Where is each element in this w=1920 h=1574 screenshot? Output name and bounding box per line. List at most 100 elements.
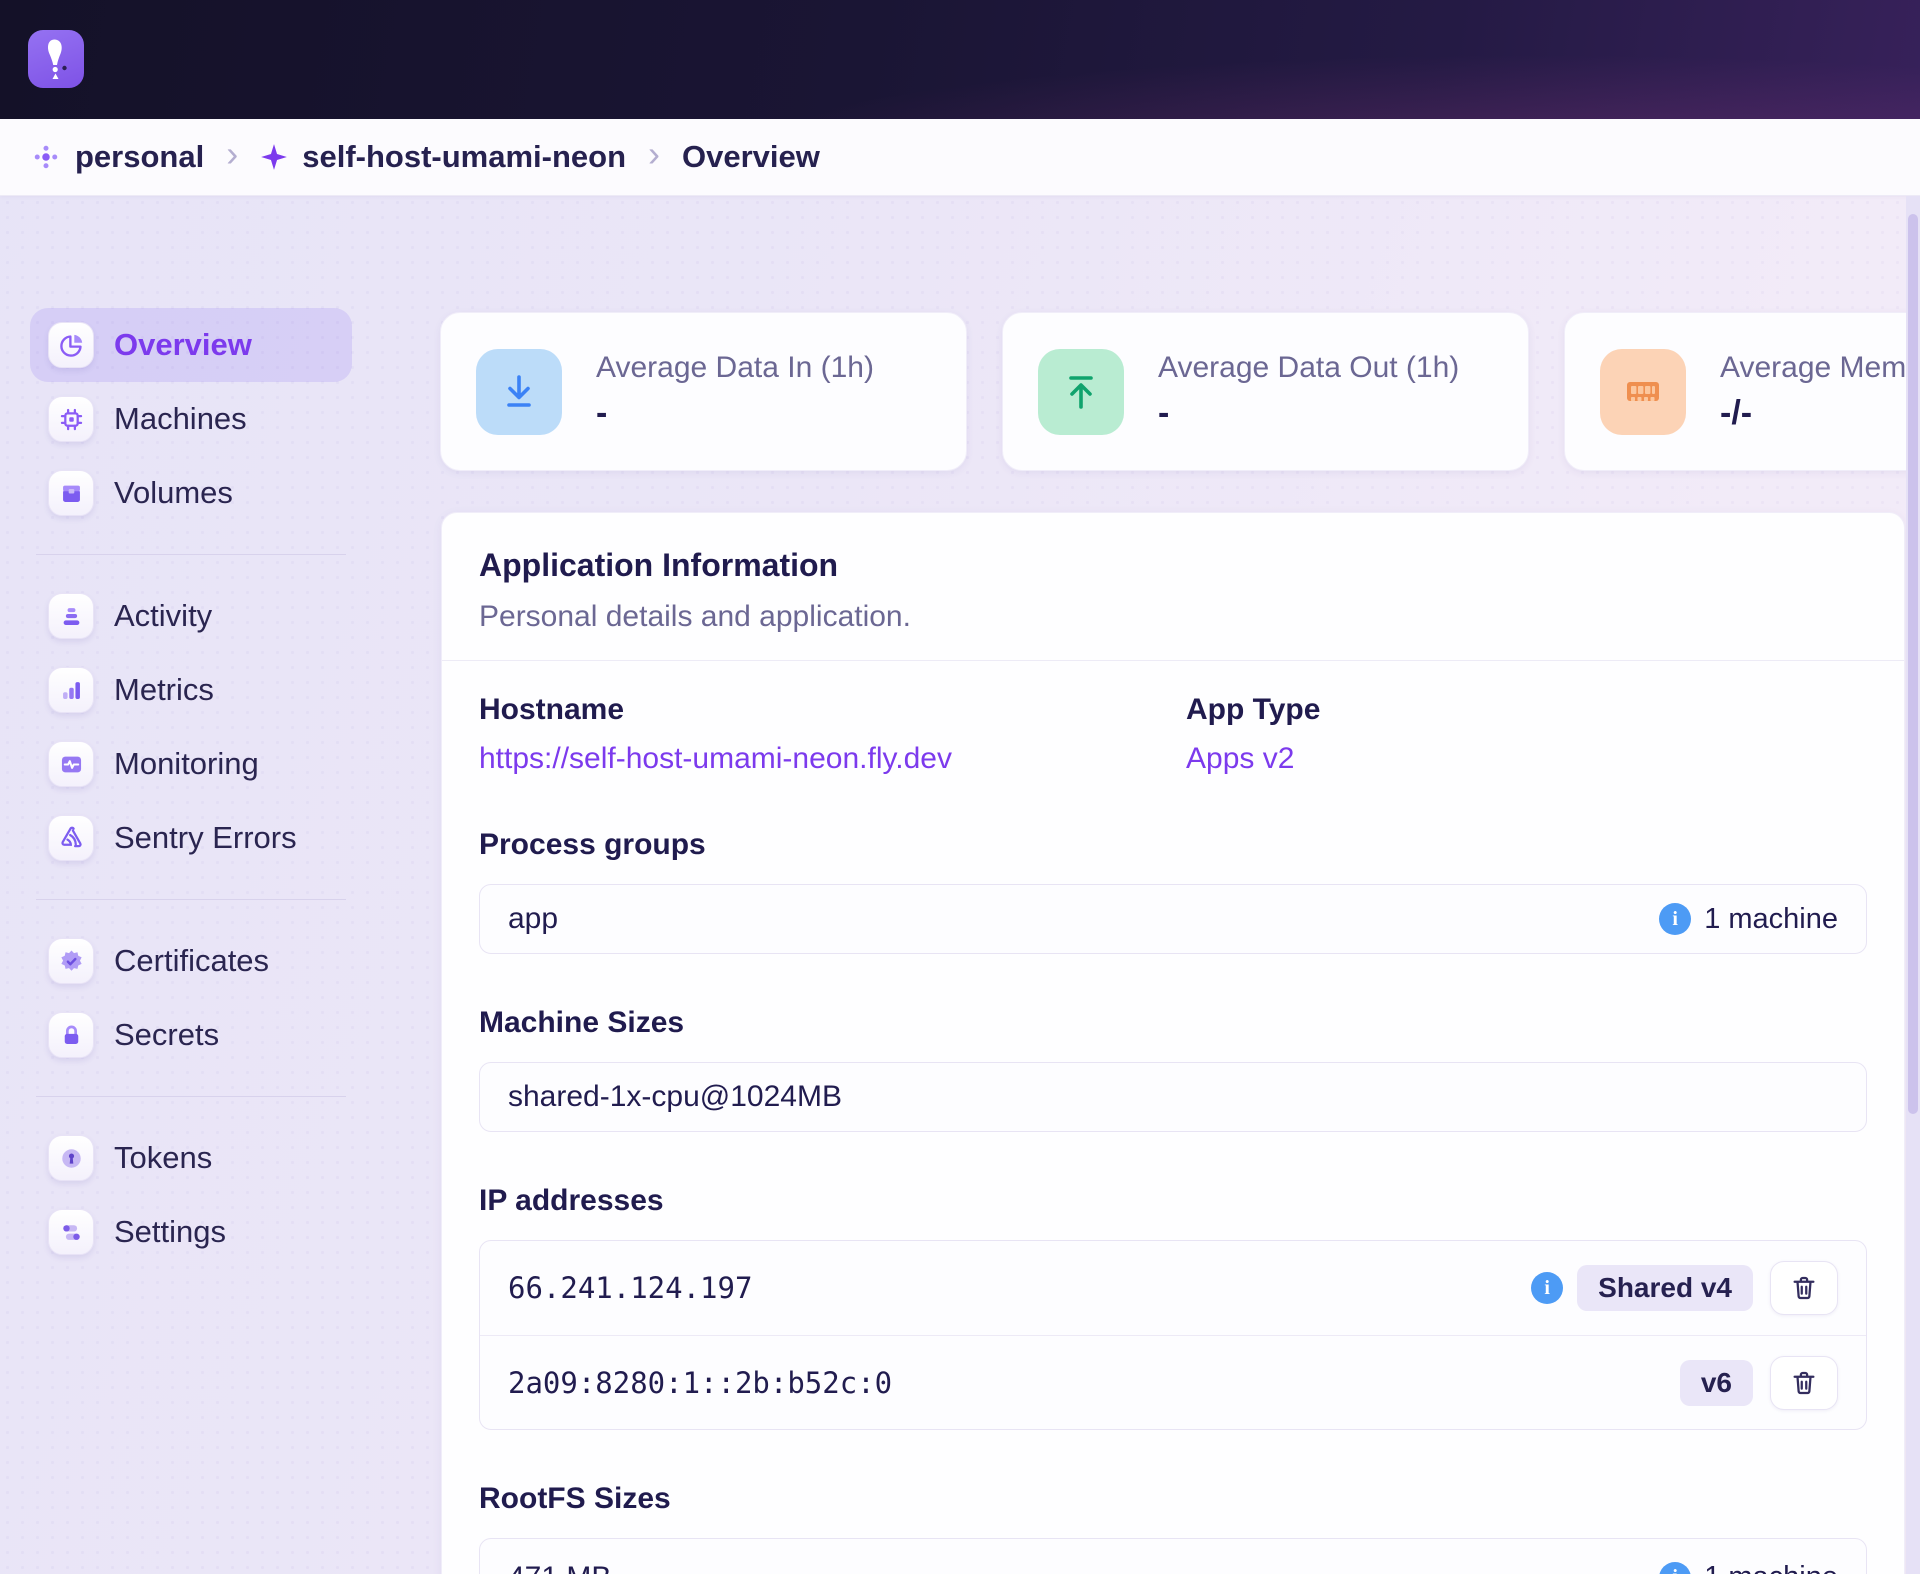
delete-ip-button[interactable]: [1770, 1261, 1838, 1315]
stat-label: Average Memory: [1720, 351, 1920, 385]
ip-address-value: 66.241.124.197: [508, 1271, 752, 1305]
sidebar-item-label: Machines: [114, 401, 247, 437]
app-type-label: App Type: [1186, 693, 1867, 727]
monitoring-icon: [48, 741, 94, 787]
sidebar-item-label: Metrics: [114, 672, 214, 708]
app-type-link[interactable]: Apps v2: [1186, 742, 1294, 776]
rootfs-sizes-label: RootFS Sizes: [479, 1482, 1867, 1516]
process-group-machines-label: 1 machine: [1704, 903, 1838, 936]
ip-addresses-list: 66.241.124.197 i Shared v4 2a09:8280:1::…: [479, 1240, 1867, 1430]
ip-type-badge: Shared v4: [1577, 1265, 1753, 1311]
sidebar-item-secrets[interactable]: Secrets: [30, 998, 352, 1072]
application-information-body: Hostname https://self-host-umami-neon.fl…: [442, 661, 1904, 1574]
overview-icon: [48, 322, 94, 368]
trash-icon: [1789, 1368, 1819, 1398]
application-information-card: Application Information Personal details…: [441, 512, 1905, 1574]
sidebar-item-certificates[interactable]: Certificates: [30, 924, 352, 998]
sentry-icon: [48, 815, 94, 861]
hostname-link[interactable]: https://self-host-umami-neon.fly.dev: [479, 742, 952, 776]
stat-value: -/-: [1720, 394, 1920, 433]
stat-value: -: [596, 394, 874, 433]
rootfs-machines-label: 1 machine: [1704, 1561, 1838, 1574]
tokens-icon: [48, 1135, 94, 1181]
rootfs-row: 471 MB i 1 machine: [480, 1539, 1866, 1574]
settings-icon: [48, 1209, 94, 1255]
sidebar-item-activity[interactable]: Activity: [30, 579, 352, 653]
stat-text: Average Data In (1h) -: [596, 351, 874, 433]
sidebar-item-tokens[interactable]: Tokens: [30, 1121, 352, 1195]
page: personal › self-host-umami-neon › Overvi…: [0, 0, 1920, 1574]
sidebar-item-machines[interactable]: Machines: [30, 382, 352, 456]
sidebar-item-settings[interactable]: Settings: [30, 1195, 352, 1269]
sidebar: Overview Machines: [30, 308, 352, 1269]
card-title: Application Information: [479, 547, 1867, 584]
rootfs-size-value: 471 MB: [508, 1561, 611, 1574]
machine-size-row: shared-1x-cpu@1024MB: [479, 1062, 1867, 1132]
sidebar-item-label: Settings: [114, 1214, 226, 1250]
activity-icon: [48, 593, 94, 639]
sidebar-item-metrics[interactable]: Metrics: [30, 653, 352, 727]
sidebar-item-label: Certificates: [114, 943, 269, 979]
sidebar-item-label: Sentry Errors: [114, 820, 297, 856]
process-groups-label: Process groups: [479, 828, 1867, 862]
breadcrumb-separator: ›: [648, 136, 660, 178]
ip-type-badge: v6: [1680, 1360, 1753, 1406]
sidebar-divider: [36, 899, 346, 900]
breadcrumb-app-label: self-host-umami-neon: [302, 139, 626, 175]
sidebar-item-volumes[interactable]: Volumes: [30, 456, 352, 530]
rootfs-machines: i 1 machine: [1659, 1561, 1838, 1574]
delete-ip-button[interactable]: [1770, 1356, 1838, 1410]
sidebar-item-label: Secrets: [114, 1017, 219, 1053]
info-icon[interactable]: i: [1659, 903, 1691, 935]
card-subtitle: Personal details and application.: [479, 600, 1867, 634]
certificates-icon: [48, 938, 94, 984]
sidebar-item-label: Tokens: [114, 1140, 212, 1176]
breadcrumb-app[interactable]: self-host-umami-neon: [260, 139, 626, 175]
process-group-row: app i 1 machine: [479, 884, 1867, 954]
info-icon[interactable]: i: [1659, 1562, 1691, 1574]
process-group-machines: i 1 machine: [1659, 903, 1838, 936]
trash-icon: [1789, 1273, 1819, 1303]
ip-row-v6: 2a09:8280:1::2b:b52c:0 v6: [480, 1335, 1866, 1429]
stat-card-data-out: Average Data Out (1h) -: [1002, 312, 1529, 471]
memory-icon: [1600, 349, 1686, 435]
ip-row-v4: 66.241.124.197 i Shared v4: [480, 1241, 1866, 1335]
breadcrumb-page[interactable]: Overview: [682, 139, 820, 175]
breadcrumb-org[interactable]: personal: [31, 139, 204, 175]
data-out-icon: [1038, 349, 1124, 435]
breadcrumb: personal › self-host-umami-neon › Overvi…: [0, 119, 1920, 196]
process-group-name: app: [508, 902, 558, 936]
machines-icon: [48, 396, 94, 442]
stat-cards-row: Average Data In (1h) - Average Data Out …: [440, 312, 1920, 471]
sidebar-item-label: Activity: [114, 598, 212, 634]
ip-row-actions: i Shared v4: [1531, 1261, 1838, 1315]
ip-row-actions: v6: [1680, 1356, 1838, 1410]
scrollbar-thumb[interactable]: [1908, 214, 1918, 1114]
info-icon[interactable]: i: [1531, 1272, 1563, 1304]
stat-label: Average Data In (1h): [596, 351, 874, 385]
stat-card-memory: Average Memory -/-: [1564, 312, 1920, 471]
rootfs-sizes-box: 471 MB i 1 machine: [479, 1538, 1867, 1574]
organization-dots-icon: [31, 142, 61, 172]
fly-logo[interactable]: [28, 30, 84, 88]
ip-addresses-label: IP addresses: [479, 1184, 1867, 1218]
hostname-label: Hostname: [479, 693, 1186, 727]
sidebar-item-sentry-errors[interactable]: Sentry Errors: [30, 801, 352, 875]
sidebar-item-monitoring[interactable]: Monitoring: [30, 727, 352, 801]
sidebar-item-label: Volumes: [114, 475, 233, 511]
ip-address-value: 2a09:8280:1::2b:b52c:0: [508, 1366, 892, 1400]
metrics-icon: [48, 667, 94, 713]
sidebar-item-overview[interactable]: Overview: [30, 308, 352, 382]
stat-label: Average Data Out (1h): [1158, 351, 1459, 385]
hostname-field: Hostname https://self-host-umami-neon.fl…: [479, 693, 1186, 776]
machine-sizes-label: Machine Sizes: [479, 1006, 1867, 1040]
stat-value: -: [1158, 394, 1459, 433]
breadcrumb-org-label: personal: [75, 139, 204, 175]
sidebar-item-label: Overview: [114, 327, 252, 363]
scrollbar-track[interactable]: [1906, 196, 1920, 1574]
stat-card-data-in: Average Data In (1h) -: [440, 312, 967, 471]
stat-text: Average Data Out (1h) -: [1158, 351, 1459, 433]
hostname-apptype-row: Hostname https://self-host-umami-neon.fl…: [479, 693, 1867, 776]
app-type-field: App Type Apps v2: [1186, 693, 1867, 776]
sidebar-item-label: Monitoring: [114, 746, 259, 782]
